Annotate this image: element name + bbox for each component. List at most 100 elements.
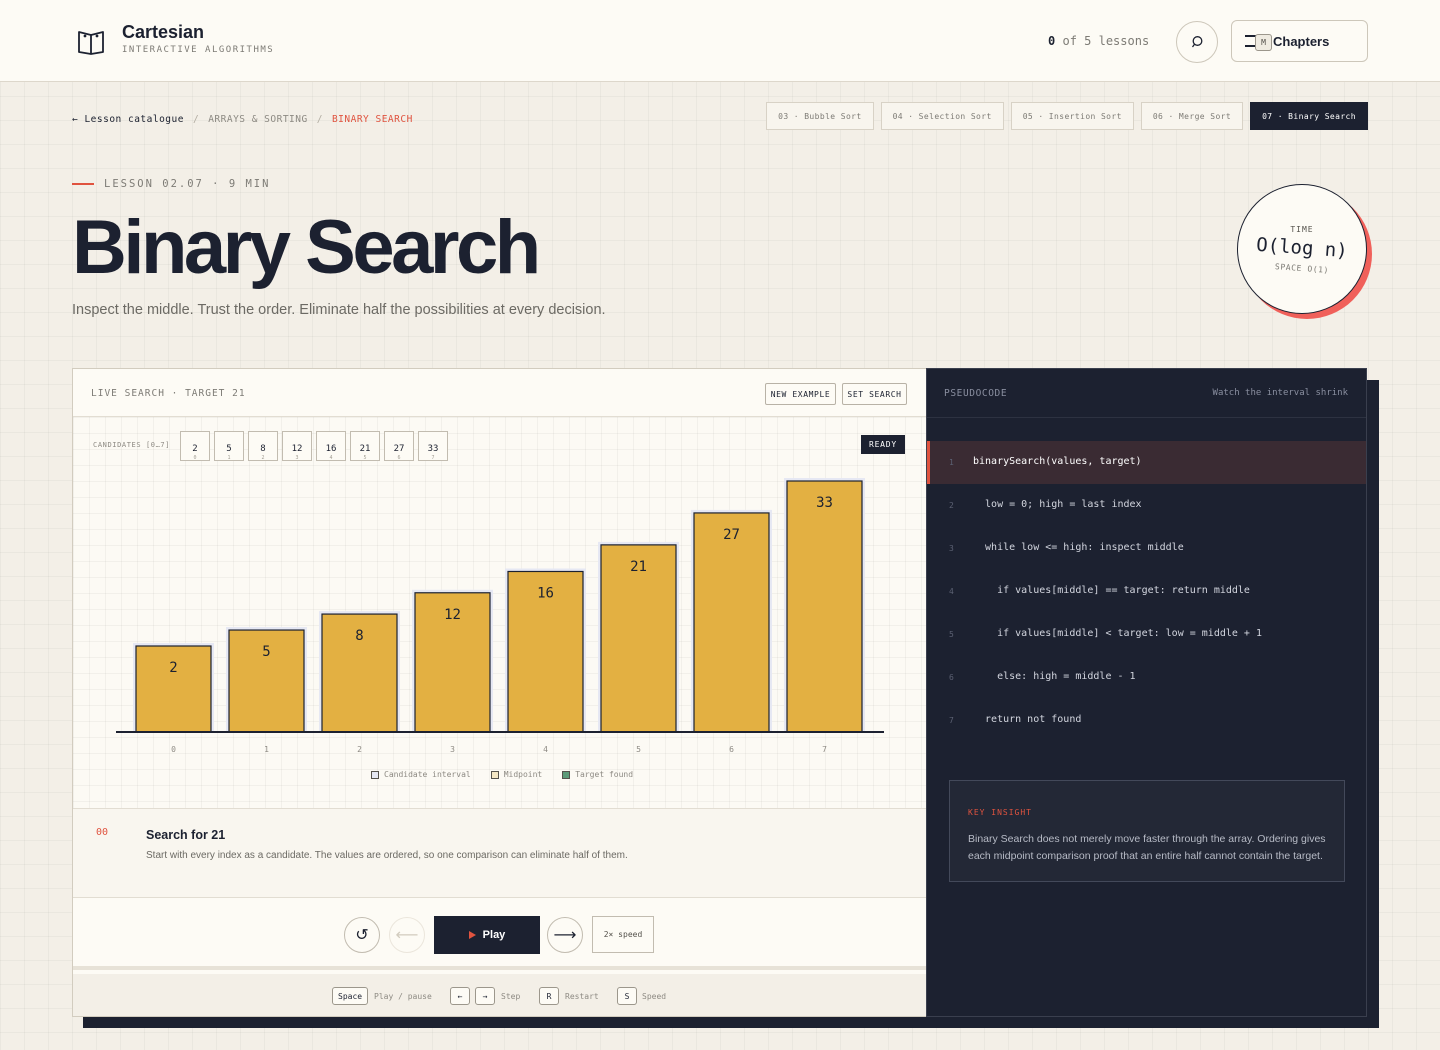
keyboard-shortcuts: Space Play / pause ← → Step R Restart S … bbox=[73, 974, 926, 1016]
lesson-chip-nav: 03 · Bubble Sort 04 · Selection Sort 05 … bbox=[766, 102, 1368, 130]
code-line: 3 while low <= high: inspect middle bbox=[927, 527, 1366, 570]
restart-icon: ↺ bbox=[355, 927, 369, 944]
app-name: Cartesian bbox=[122, 22, 205, 42]
pseudocode-title: PSEUDOCODE bbox=[944, 388, 1008, 399]
line-number: 5 bbox=[949, 630, 954, 639]
progress-label: of 5 lessons bbox=[1062, 34, 1150, 48]
search-button[interactable] bbox=[1176, 21, 1218, 63]
eyebrow-dash bbox=[72, 183, 94, 185]
code-line: 2 low = 0; high = last index bbox=[927, 484, 1366, 527]
value-bar[interactable] bbox=[786, 480, 863, 733]
bar-value-label: 8 bbox=[355, 628, 363, 644]
step-description: Start with every index as a candidate. T… bbox=[146, 850, 628, 861]
lesson-chip[interactable]: 05 · Insertion Sort bbox=[1010, 102, 1134, 130]
lesson-chip-active[interactable]: 07 · Binary Search bbox=[1250, 102, 1368, 130]
legend-item: Candidate interval bbox=[371, 770, 471, 779]
step-title: Search for 21 bbox=[146, 828, 226, 842]
visualizer-title: LIVE SEARCH · TARGET 21 bbox=[91, 388, 246, 399]
bar-index-label: 3 bbox=[450, 745, 455, 754]
play-button[interactable]: Play bbox=[434, 916, 540, 954]
line-number: 1 bbox=[949, 458, 954, 467]
key-insight-body: Binary Search does not merely move faste… bbox=[968, 833, 1326, 862]
page-subtitle: Inspect the middle. Trust the order. Eli… bbox=[72, 302, 606, 318]
speed-key-desc: Speed bbox=[642, 992, 667, 1001]
step-number: 00 bbox=[96, 827, 109, 838]
visualizer-panel: LIVE SEARCH · TARGET 21 NEW EXAMPLE SET … bbox=[72, 368, 927, 1017]
visualizer-header: LIVE SEARCH · TARGET 21 NEW EXAMPLE SET … bbox=[73, 369, 926, 417]
restart-key: R bbox=[539, 987, 559, 1005]
code-line: 6 else: high = middle - 1 bbox=[927, 656, 1366, 699]
bar-value-label: 21 bbox=[630, 559, 647, 575]
code-text: return not found bbox=[973, 714, 1082, 725]
next-step-button[interactable]: ⟶ bbox=[547, 917, 583, 953]
legend-item: Target found bbox=[562, 770, 633, 779]
arrow-right-icon: ⟶ bbox=[553, 927, 577, 944]
space-key: Space bbox=[332, 987, 369, 1005]
key-insight-heading: KEY INSIGHT bbox=[968, 808, 1032, 817]
set-search-button[interactable]: SET SEARCH bbox=[842, 383, 907, 405]
legend-swatch-candidate bbox=[371, 770, 379, 779]
lesson-chip[interactable]: 03 · Bubble Sort bbox=[766, 102, 874, 130]
bar-value-label: 5 bbox=[262, 644, 270, 660]
bar-value-label: 2 bbox=[169, 660, 177, 676]
search-icon bbox=[1191, 36, 1203, 48]
new-example-button[interactable]: NEW EXAMPLE bbox=[765, 383, 836, 405]
chart-legend: Candidate interval Midpoint Target found bbox=[371, 770, 633, 779]
bar-index-label: 1 bbox=[264, 745, 269, 754]
line-number: 7 bbox=[949, 716, 954, 725]
code-text: else: high = middle - 1 bbox=[973, 671, 1136, 682]
page-title: Binary Search bbox=[72, 205, 541, 290]
space-key-desc: Play / pause bbox=[374, 992, 432, 1001]
code-line: 5 if values[middle] < target: low = midd… bbox=[927, 613, 1366, 656]
previous-step-button[interactable]: ⟵ bbox=[389, 917, 425, 953]
code-text: if values[middle] < target: low = middle… bbox=[973, 628, 1262, 639]
bar-value-label: 12 bbox=[444, 607, 461, 623]
code-line: 7 return not found bbox=[927, 699, 1366, 742]
bar-index-label: 4 bbox=[543, 745, 548, 754]
breadcrumb: ← Lesson catalogue / ARRAYS & SORTING / BINA… bbox=[72, 114, 413, 125]
step-explanation: 00 Search for 21 Start with every index … bbox=[73, 808, 926, 898]
code-text: binarySearch(values, target) bbox=[973, 456, 1142, 467]
pseudocode-panel: PSEUDOCODE Watch the interval shrink 1 bi… bbox=[926, 368, 1367, 1017]
code-text: if values[middle] == target: return midd… bbox=[973, 585, 1250, 596]
legend-swatch-found bbox=[562, 770, 571, 779]
chapters-shortcut-key: M bbox=[1255, 34, 1272, 51]
code-text: low = 0; high = last index bbox=[973, 499, 1142, 510]
top-bar: Cartesian INTERACTIVE ALGORITHMS 0 of 5 … bbox=[0, 0, 1440, 82]
line-number: 3 bbox=[949, 544, 954, 553]
breadcrumb-back-link[interactable]: ← Lesson catalogue bbox=[72, 114, 184, 125]
arrow-left-icon: ⟵ bbox=[395, 927, 419, 944]
right-arrow-key: → bbox=[475, 987, 495, 1005]
value-bar[interactable] bbox=[135, 645, 212, 733]
restart-button[interactable]: ↺ bbox=[344, 917, 380, 953]
visualizer-stage: CANDIDATES [0…7] 2 0 5 1 8 2 12 3 16 4 21 5 27 6 33 7 R… bbox=[73, 417, 926, 808]
legend-label: Target found bbox=[575, 770, 634, 779]
lesson-chip[interactable]: 04 · Selection Sort bbox=[880, 102, 1004, 130]
time-complexity: O(log n) bbox=[1255, 233, 1349, 263]
play-label: Play bbox=[482, 929, 506, 941]
breadcrumb-current: BINARY SEARCH bbox=[331, 114, 413, 125]
speed-button[interactable]: 2× speed bbox=[592, 916, 654, 953]
bar-index-label: 6 bbox=[729, 745, 734, 754]
playback-controls: ↺ ⟵ Play ⟶ 2× speed bbox=[73, 898, 926, 970]
time-label: TIME bbox=[1290, 225, 1314, 234]
chapters-button[interactable]: Chapters M bbox=[1231, 20, 1368, 62]
breadcrumb-section[interactable]: ARRAYS & SORTING bbox=[208, 114, 308, 125]
legend-swatch-midpoint bbox=[490, 770, 499, 779]
legend-label: Candidate interval bbox=[384, 770, 471, 779]
lesson-chip[interactable]: 06 · Merge Sort bbox=[1140, 102, 1244, 130]
line-number: 2 bbox=[949, 501, 954, 510]
breadcrumb-separator: / bbox=[192, 114, 200, 125]
complexity-badge: TIME O(log n) SPACE O(1) bbox=[1237, 184, 1367, 314]
code-line: 4 if values[middle] == target: return mi… bbox=[927, 570, 1366, 613]
value-bar[interactable] bbox=[693, 512, 770, 733]
bar-index-label: 2 bbox=[357, 745, 362, 754]
speed-key: S bbox=[617, 987, 637, 1005]
pseudocode-header: PSEUDOCODE Watch the interval shrink bbox=[927, 369, 1366, 418]
restart-key-desc: Restart bbox=[565, 992, 599, 1001]
bar-value-label: 16 bbox=[537, 585, 554, 601]
bar-index-label: 0 bbox=[171, 745, 176, 754]
bar-chart: 2 0 5 1 8 2 12 3 16 4 21 5 27 6 33 7 bbox=[116, 478, 884, 754]
bar-value-label: 27 bbox=[723, 527, 740, 543]
app-subtitle: INTERACTIVE ALGORITHMS bbox=[122, 45, 275, 55]
